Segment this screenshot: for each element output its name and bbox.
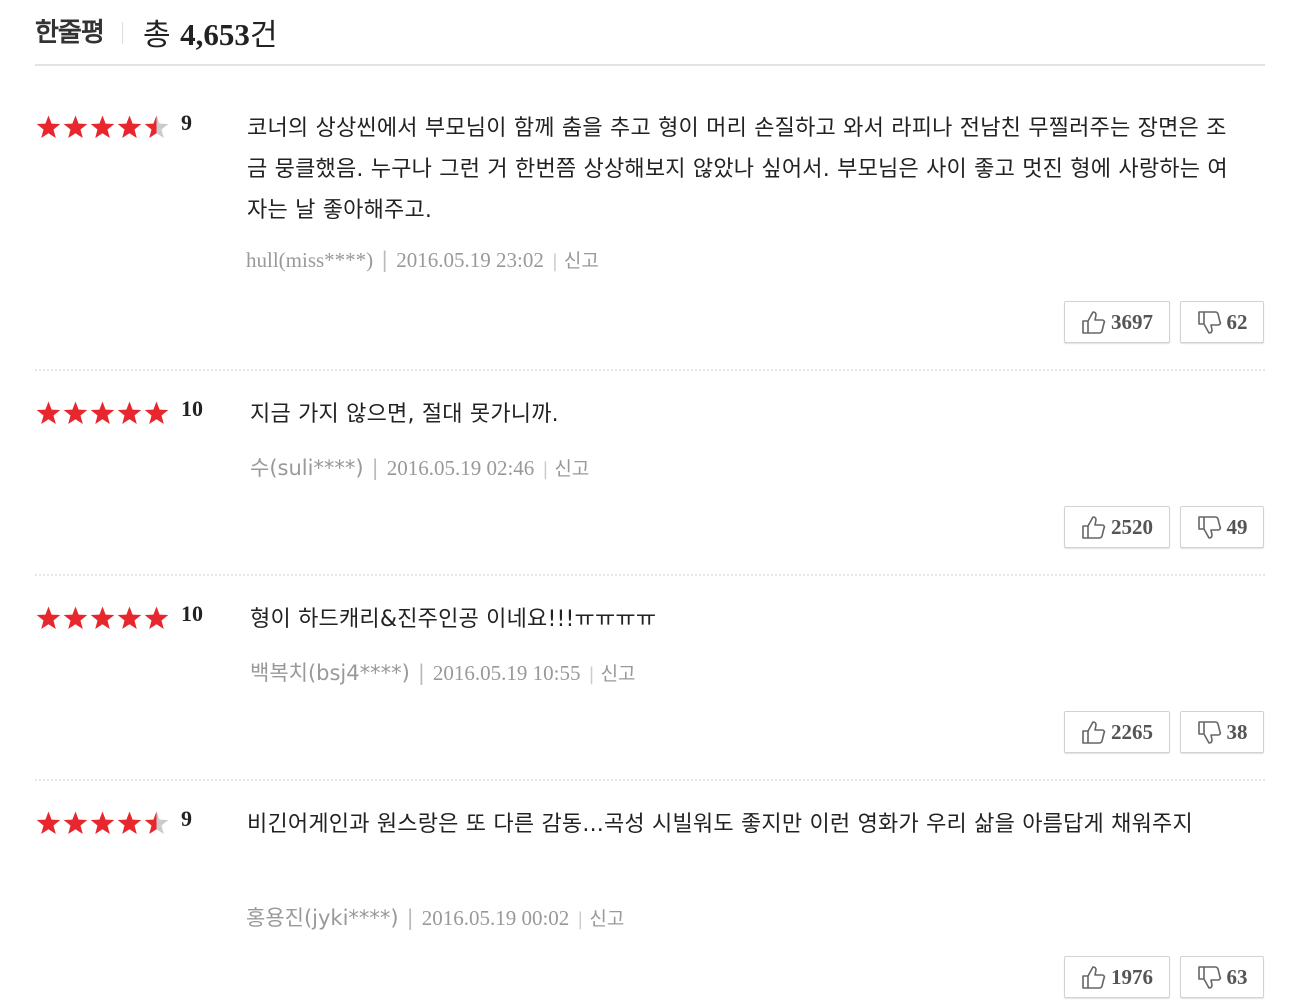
review-date: 2016.05.19 00:02	[421, 906, 570, 930]
meta-separator: |	[588, 664, 595, 685]
total-number: 4,653	[180, 17, 250, 52]
review-item: 9 비긴어게인과 원스랑은 또 다른 감동...곡성 시빌워도 좋지만 이런 영…	[35, 806, 1265, 1007]
like-button[interactable]: 2265	[1064, 711, 1170, 753]
thumbs-up-icon	[1081, 964, 1107, 990]
star-icon	[117, 115, 142, 138]
like-count: 2520	[1111, 514, 1153, 539]
meta-separator: |	[551, 251, 558, 272]
star-icon	[63, 115, 88, 138]
dislike-button[interactable]: 38	[1180, 711, 1264, 753]
report-link[interactable]: 신고	[564, 250, 599, 272]
dislike-count: 62	[1226, 309, 1248, 334]
review-date: 2016.05.19 02:46	[386, 456, 535, 480]
meta-separator: |	[371, 456, 379, 480]
thumbs-up-icon	[1081, 309, 1107, 335]
star-icon	[63, 401, 88, 424]
like-count: 2265	[1111, 719, 1153, 744]
thumbs-up-icon	[1081, 719, 1107, 745]
like-count: 1976	[1111, 964, 1153, 989]
total-prefix: 총	[143, 18, 171, 53]
review-item: 10 지금 가지 않으면, 절대 못가니까. 수(suli****) | 2016.…	[35, 396, 1265, 578]
meta-separator: |	[417, 661, 425, 685]
review-date: 2016.05.19 23:02	[396, 248, 544, 272]
review-meta: 수(suli****) | 2016.05.19 02:46 | 신고	[250, 452, 589, 482]
rating-score: 10	[181, 396, 203, 421]
star-rating	[35, 605, 170, 635]
like-button[interactable]: 3697	[1064, 301, 1170, 343]
star-rating	[35, 400, 170, 430]
review-divider	[35, 779, 1265, 781]
star-icon	[144, 401, 169, 424]
review-author[interactable]: 백복치(bsj4****)	[250, 661, 410, 685]
meta-separator: |	[381, 248, 389, 272]
thumbs-up-icon	[1081, 514, 1107, 540]
review-text: 지금 가지 않으면, 절대 못가니까.	[250, 402, 559, 427]
review-item: 9 코너의 상상씬에서 부모님이 함께 춤을 추고 형이 머리 손질하고 와서 …	[35, 110, 1265, 372]
like-button[interactable]: 2520	[1064, 506, 1170, 548]
like-count: 3697	[1111, 309, 1153, 334]
star-rating	[35, 114, 170, 144]
rating-score: 10	[181, 601, 203, 626]
thumbs-down-icon	[1197, 964, 1223, 990]
review-meta: 백복치(bsj4****) | 2016.05.19 10:55 | 신고	[250, 657, 636, 687]
star-icon	[90, 811, 115, 834]
meta-separator: |	[406, 906, 414, 930]
dislike-count: 49	[1226, 514, 1248, 539]
dislike-count: 38	[1226, 719, 1248, 744]
star-icon	[90, 401, 115, 424]
thumbs-down-icon	[1197, 719, 1223, 745]
rating-score: 9	[181, 806, 192, 831]
report-link[interactable]: 신고	[601, 663, 636, 685]
report-link[interactable]: 신고	[589, 908, 624, 930]
dislike-button[interactable]: 62	[1180, 301, 1264, 343]
review-author[interactable]: hull(miss****)	[246, 248, 373, 272]
star-icon	[63, 606, 88, 629]
review-text: 비긴어게인과 원스랑은 또 다른 감동...곡성 시빌워도 좋지만 이런 영화가…	[247, 812, 1193, 837]
thumbs-down-icon	[1197, 514, 1223, 540]
star-icon	[144, 115, 169, 138]
star-icon	[36, 606, 61, 629]
review-text: 코너의 상상씬에서 부모님이 함께 춤을 추고 형이 머리 손질하고 와서 라피…	[247, 116, 1228, 223]
star-icon	[36, 115, 61, 138]
star-icon	[144, 811, 169, 834]
star-icon	[144, 606, 169, 629]
star-icon	[90, 606, 115, 629]
review-author[interactable]: 홍용진(jyki****)	[246, 906, 399, 930]
star-icon	[90, 115, 115, 138]
total-suffix: 건	[249, 18, 278, 53]
star-icon	[117, 401, 142, 424]
review-date: 2016.05.19 10:55	[432, 661, 581, 685]
review-author[interactable]: 수(suli****)	[250, 456, 364, 480]
meta-separator: |	[577, 909, 584, 930]
star-rating	[35, 810, 170, 840]
review-meta: hull(miss****) | 2016.05.19 23:02 | 신고	[246, 246, 599, 273]
like-button[interactable]: 1976	[1064, 956, 1170, 998]
section-title: 한줄평	[35, 18, 105, 48]
review-item: 10 형이 하드캐리&진주인공 이네요!!!ㅠㅠㅠㅠ 백복치(bsj4****)…	[35, 601, 1265, 783]
rating-score: 9	[181, 110, 192, 135]
review-meta: 홍용진(jyki****) | 2016.05.19 00:02 | 신고	[246, 902, 624, 932]
star-icon	[117, 606, 142, 629]
star-icon	[36, 401, 61, 424]
dislike-button[interactable]: 49	[1180, 506, 1264, 548]
total-count: 총 4,653건	[143, 10, 278, 54]
review-divider	[35, 369, 1265, 371]
star-icon	[117, 811, 142, 834]
reviews-header: 한줄평 총 4,653건	[35, 0, 1265, 66]
meta-separator: |	[542, 459, 549, 480]
review-divider	[35, 574, 1265, 576]
dislike-count: 63	[1226, 964, 1248, 989]
header-separator	[122, 22, 123, 44]
dislike-button[interactable]: 63	[1180, 956, 1264, 998]
thumbs-down-icon	[1197, 309, 1223, 335]
review-text: 형이 하드캐리&진주인공 이네요!!!ㅠㅠㅠㅠ	[250, 607, 657, 632]
report-link[interactable]: 신고	[554, 458, 589, 480]
star-icon	[63, 811, 88, 834]
star-icon	[36, 811, 61, 834]
